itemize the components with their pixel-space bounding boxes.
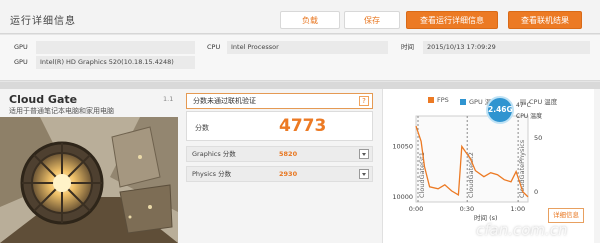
legend-cpu-label: CPU 温度 [529, 98, 558, 106]
section-divider [0, 82, 600, 89]
fps-line-chart: CloudGateGt1 CloudGateGt2 CloudGatePhysics… [392, 115, 542, 213]
physics-score-label: Physics 分数 [192, 170, 232, 178]
score-value: 4773 [279, 116, 327, 136]
gpu-label: GPU [14, 43, 28, 51]
gpu-label: GPU [14, 58, 28, 66]
x-tick-label: 1:00 [511, 205, 526, 213]
x-tick-label: 0:30 [460, 205, 475, 213]
y-tick-label: 10050 [392, 142, 413, 150]
help-icon[interactable]: ? [359, 96, 369, 106]
validation-status-text: 分数未通过联机验证 [193, 97, 256, 105]
gpu-row-1: GPU [10, 41, 195, 54]
time-row: 时间 2015/10/13 17:09:29 [397, 41, 590, 54]
save-button[interactable]: 保存 [344, 11, 400, 29]
view-online-results-button[interactable]: 查看联机结果 [508, 11, 582, 29]
system-info-panel: GPU GPU Intel(R) HD Graphics 520(10.18.1… [0, 35, 600, 81]
cloud-gate-scene-image [0, 117, 178, 243]
gpu-temp-swatch-icon [460, 99, 466, 105]
time-label: 时间 [401, 43, 414, 51]
view-run-details-button[interactable]: 查看运行详细信息 [406, 11, 498, 29]
y-right-tick-label: 0 [534, 188, 538, 196]
y-right-tick-label: 50 [534, 134, 542, 142]
watermark-text: cfan.com.cn [476, 221, 568, 239]
y-tick-label: 10000 [392, 193, 413, 201]
time-value: 2015/10/13 17:09:29 [423, 41, 590, 54]
section-label: CloudGateGt1 [418, 152, 426, 198]
x-tick-label: 0:00 [409, 205, 424, 213]
legend-fps-label: FPS [437, 96, 449, 104]
temperature-value: 47°C [516, 102, 531, 109]
temperature-label: CPU 温度 [516, 113, 543, 120]
fps-swatch-icon [428, 97, 434, 103]
gpu-value-empty [36, 41, 195, 54]
test-description: 适用于普通笔记本电脑和家用电脑 [9, 107, 114, 115]
gpu-row-2: GPU Intel(R) HD Graphics 520(10.18.15.42… [10, 56, 195, 69]
load-button[interactable]: 负载 [280, 11, 340, 29]
chevron-down-icon[interactable] [359, 169, 369, 179]
scene-illustration [0, 117, 178, 243]
online-validation-header: 分数未通过联机验证 ? [186, 93, 373, 109]
gpu-value: Intel(R) HD Graphics 520(10.18.15.4248) [36, 56, 195, 69]
header-bar: 运行详细信息 负载 保存 查看运行详细信息 查看联机结果 [0, 0, 600, 34]
frequency-badge: 2.46G [486, 96, 514, 124]
graphics-score-value: 5820 [279, 150, 298, 158]
physics-score-value: 2930 [279, 170, 298, 178]
overall-score-box: 分数 4773 [186, 111, 373, 141]
test-name: Cloud Gate [9, 93, 78, 106]
legend-fps: FPS [428, 96, 449, 104]
graphics-score-row[interactable]: Graphics 分数 5820 [186, 146, 373, 162]
graphics-score-label: Graphics 分数 [192, 150, 236, 158]
chevron-down-icon[interactable] [359, 149, 369, 159]
cpu-value: Intel Processor [227, 41, 388, 54]
cpu-row: CPU Intel Processor [203, 41, 388, 54]
cpu-label: CPU [207, 43, 221, 51]
page-title: 运行详细信息 [10, 16, 76, 27]
score-label: 分数 [195, 124, 209, 132]
test-version: 1.1 [163, 95, 174, 103]
physics-score-row[interactable]: Physics 分数 2930 [186, 166, 373, 182]
